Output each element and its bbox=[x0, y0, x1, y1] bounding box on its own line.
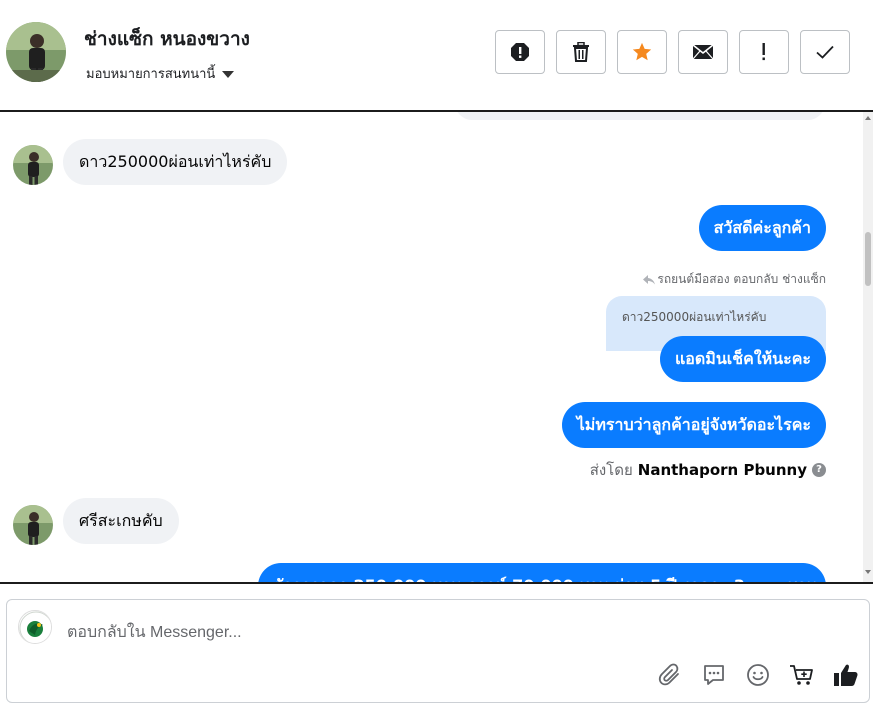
chevron-down-icon bbox=[222, 71, 235, 78]
assign-conversation-dropdown[interactable]: มอบหมายการสนทนานี้ bbox=[86, 63, 235, 84]
emoji-icon bbox=[747, 664, 769, 686]
outgoing-message[interactable]: แอดมินเช็คให้นะคะ bbox=[659, 336, 826, 382]
like-icon bbox=[834, 664, 858, 686]
star-icon bbox=[632, 42, 652, 61]
help-icon[interactable]: ? bbox=[812, 463, 826, 477]
exclamation-icon bbox=[762, 43, 765, 61]
page-avatar bbox=[18, 610, 52, 644]
outgoing-message-partial[interactable]: ตัวรถราคา 250,000 บาท ดาวน์ 70,000 บาท ผ… bbox=[258, 563, 826, 582]
reply-input[interactable]: ตอบกลับใน Messenger... bbox=[67, 620, 242, 645]
thread-divider bbox=[0, 582, 873, 584]
outgoing-message[interactable]: ไม่ทราบว่าลูกค้าอยู่จังหวัดอะไรคะ bbox=[561, 402, 826, 448]
incoming-message[interactable]: ดาว250000ผ่อนเท่าไหร่คับ bbox=[63, 139, 288, 185]
like-button[interactable] bbox=[833, 662, 859, 688]
conversation-toolbar bbox=[495, 30, 850, 74]
reply-composer[interactable]: ตอบกลับใน Messenger... bbox=[6, 599, 870, 703]
emoji-button[interactable] bbox=[745, 662, 771, 688]
incoming-message[interactable]: ศรีสะเกษคับ bbox=[63, 498, 179, 544]
reply-meta-text: รถยนต์มือสอง ตอบกลับ ช่างแซ็ก bbox=[657, 272, 826, 286]
reply-meta: รถยนต์มือสอง ตอบกลับ ช่างแซ็ก bbox=[643, 270, 826, 289]
cart-icon bbox=[790, 665, 813, 685]
conversation-header: ช่างแซ็ก หนองขวาง มอบหมายการสนทนานี้ bbox=[0, 0, 873, 111]
reply-arrow-icon bbox=[643, 274, 656, 284]
scroll-up-icon[interactable] bbox=[865, 116, 871, 120]
previous-message-bubble bbox=[455, 112, 825, 120]
star-button[interactable] bbox=[617, 30, 667, 74]
thread-scrollbar[interactable] bbox=[863, 112, 873, 582]
block-button[interactable] bbox=[495, 30, 545, 74]
message-thread[interactable]: ดาว250000ผ่อนเท่าไหร่คับ สวัสดีค่ะลูกค้า… bbox=[0, 112, 863, 582]
outgoing-message[interactable]: สวัสดีค่ะลูกค้า bbox=[698, 205, 826, 251]
composer-actions bbox=[657, 662, 859, 688]
cart-button[interactable] bbox=[789, 662, 815, 688]
contact-avatar-small bbox=[13, 505, 53, 545]
sent-by-prefix: ส่งโดย bbox=[589, 461, 633, 479]
saved-replies-button[interactable] bbox=[701, 662, 727, 688]
scroll-down-icon[interactable] bbox=[865, 570, 871, 574]
saved-reply-icon bbox=[704, 665, 724, 685]
mark-done-button[interactable] bbox=[800, 30, 850, 74]
sent-by-label: ส่งโดย Nanthaporn Pbunny ? bbox=[590, 458, 826, 482]
mark-unread-button[interactable] bbox=[678, 30, 728, 74]
check-icon bbox=[816, 45, 834, 59]
assign-label: มอบหมายการสนทนานี้ bbox=[86, 67, 216, 82]
trash-icon bbox=[573, 42, 589, 62]
follow-up-button[interactable] bbox=[739, 30, 789, 74]
attachment-button[interactable] bbox=[657, 662, 683, 688]
attachment-icon bbox=[658, 663, 679, 686]
delete-button[interactable] bbox=[556, 30, 606, 74]
mail-icon bbox=[692, 44, 714, 60]
block-icon bbox=[511, 43, 529, 61]
contact-name[interactable]: ช่างแซ็ก หนองขวาง bbox=[84, 24, 250, 54]
sent-by-name: Nanthaporn Pbunny bbox=[637, 461, 807, 479]
scroll-thumb[interactable] bbox=[865, 232, 871, 286]
contact-avatar-small bbox=[13, 145, 53, 185]
contact-avatar[interactable] bbox=[6, 22, 66, 82]
